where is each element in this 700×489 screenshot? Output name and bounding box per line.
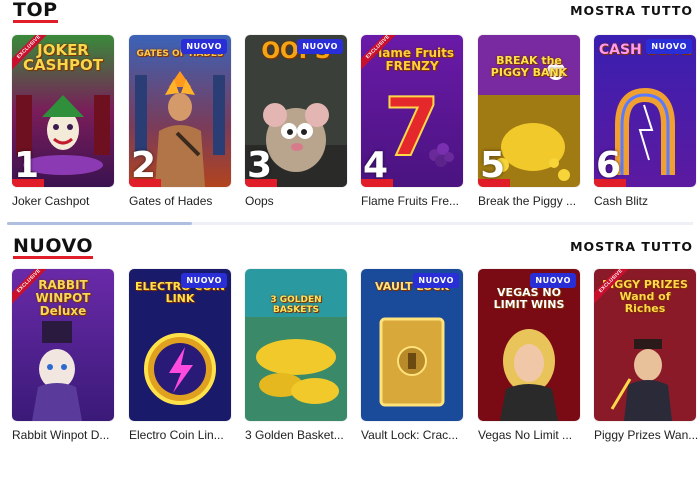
rank-badge: 6 bbox=[594, 147, 626, 187]
game-logo: BREAK the PIGGY BANK bbox=[490, 54, 568, 79]
new-badge: NUOVO bbox=[530, 273, 576, 288]
game-card[interactable]: CASH BLITZ NUOVO 6 Cash Blitz bbox=[594, 35, 696, 208]
game-thumbnail[interactable]: PIGGY PRIZES Wand of Riches EXCLUSIVE bbox=[594, 269, 696, 421]
game-thumbnail[interactable]: 7 Flame Fruits FRENZY EXCLUSIVE 4 bbox=[361, 35, 463, 187]
game-name[interactable]: Joker Cashpot bbox=[12, 194, 122, 208]
game-name[interactable]: Break the Piggy ... bbox=[478, 194, 588, 208]
game-card[interactable]: PIGGY PRIZES Wand of Riches EXCLUSIVE Pi… bbox=[594, 269, 698, 442]
game-name[interactable]: Rabbit Winpot D... bbox=[12, 428, 122, 442]
game-card[interactable]: 7 Flame Fruits FRENZY EXCLUSIVE 4 Flame … bbox=[361, 35, 463, 208]
show-all-top-link[interactable]: MOSTRA TUTTO bbox=[570, 3, 693, 18]
game-thumbnail[interactable]: JOKER CASHPOT EXCLUSIVE 1 bbox=[12, 35, 114, 187]
new-badge: NUOVO bbox=[297, 39, 343, 54]
rank-badge: 3 bbox=[245, 147, 277, 187]
game-name[interactable]: Piggy Prizes Wan... bbox=[594, 428, 700, 442]
game-name[interactable]: Cash Blitz bbox=[594, 194, 700, 208]
game-thumbnail[interactable]: BREAK the PIGGY BANK 5 bbox=[478, 35, 580, 187]
rank-badge: 2 bbox=[129, 147, 161, 187]
game-thumbnail[interactable]: 3 GOLDEN BASKETS bbox=[245, 269, 347, 421]
section-title-top: TOP bbox=[13, 0, 58, 23]
section-title-new: NUOVO bbox=[13, 235, 93, 259]
game-name[interactable]: Gates of Hades bbox=[129, 194, 239, 208]
game-card[interactable]: OOPS NUOVO 3 Oops bbox=[245, 35, 347, 208]
game-card[interactable]: GATES OF HADES NUOVO 2 Gates of Hades bbox=[129, 35, 231, 208]
game-thumbnail[interactable]: VAULT LOCK NUOVO bbox=[361, 269, 463, 421]
new-badge: NUOVO bbox=[181, 39, 227, 54]
game-thumbnail[interactable]: GATES OF HADES NUOVO 2 bbox=[129, 35, 231, 187]
game-card[interactable]: VAULT LOCK NUOVO Vault Lock: Crac... bbox=[361, 269, 463, 442]
game-logo: 3 GOLDEN BASKETS bbox=[270, 295, 322, 315]
game-thumbnail[interactable]: CASH BLITZ NUOVO 6 bbox=[594, 35, 696, 187]
new-badge: NUOVO bbox=[646, 39, 692, 54]
game-logo: VEGAS NO LIMIT WINS bbox=[493, 286, 565, 311]
game-card[interactable]: JOKER CASHPOT EXCLUSIVE 1 Joker Cashpot bbox=[12, 35, 114, 208]
game-name[interactable]: Vault Lock: Crac... bbox=[361, 428, 471, 442]
game-name[interactable]: Flame Fruits Fre... bbox=[361, 194, 471, 208]
rank-badge: 4 bbox=[361, 147, 393, 187]
show-all-new-link[interactable]: MOSTRA TUTTO bbox=[570, 239, 693, 254]
rank-badge: 1 bbox=[12, 147, 44, 187]
game-thumbnail[interactable]: OOPS NUOVO 3 bbox=[245, 35, 347, 187]
game-card[interactable]: BREAK the PIGGY BANK 5 Break the Piggy .… bbox=[478, 35, 580, 208]
game-card[interactable]: ELECTRO COIN LINK NUOVO Electro Coin Lin… bbox=[129, 269, 231, 442]
golden-baskets-art bbox=[245, 269, 347, 421]
scrollbar-thumb[interactable] bbox=[7, 222, 192, 225]
games-row-new: RABBIT WINPOT Deluxe EXCLUSIVE Rabbit Wi… bbox=[0, 269, 700, 489]
game-name[interactable]: Vegas No Limit ... bbox=[478, 428, 588, 442]
game-thumbnail[interactable]: VEGAS NO LIMIT WINS NUOVO bbox=[478, 269, 580, 421]
new-badge: NUOVO bbox=[413, 273, 459, 288]
game-card[interactable]: VEGAS NO LIMIT WINS NUOVO Vegas No Limit… bbox=[478, 269, 580, 442]
game-thumbnail[interactable]: RABBIT WINPOT Deluxe EXCLUSIVE bbox=[12, 269, 114, 421]
rank-badge: 5 bbox=[478, 147, 510, 187]
game-name[interactable]: Electro Coin Lin... bbox=[129, 428, 239, 442]
game-card[interactable]: 3 GOLDEN BASKETS 3 Golden Basket... bbox=[245, 269, 347, 442]
game-thumbnail[interactable]: ELECTRO COIN LINK NUOVO bbox=[129, 269, 231, 421]
game-name[interactable]: Oops bbox=[245, 194, 355, 208]
game-name[interactable]: 3 Golden Basket... bbox=[245, 428, 355, 442]
game-card[interactable]: RABBIT WINPOT Deluxe EXCLUSIVE Rabbit Wi… bbox=[12, 269, 114, 442]
new-badge: NUOVO bbox=[181, 273, 227, 288]
